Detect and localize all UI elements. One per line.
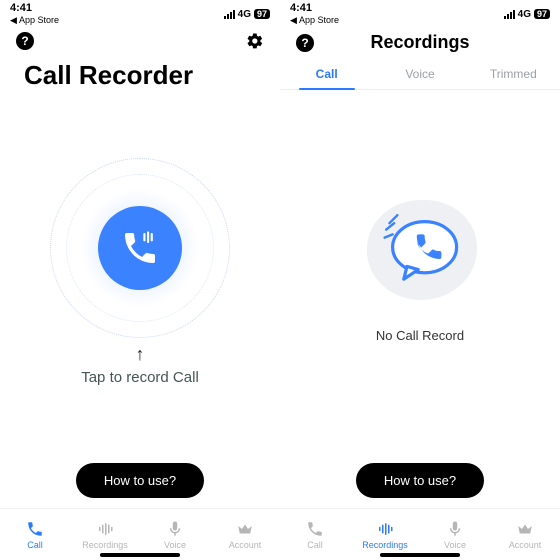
network-type: 4G (518, 9, 531, 20)
nav-label: Call (307, 540, 323, 550)
nav-call[interactable]: Call (0, 509, 70, 560)
help-icon[interactable]: ? (296, 34, 314, 52)
nav-account[interactable]: Account (210, 509, 280, 560)
empty-state-label: No Call Record (376, 328, 464, 343)
phone-icon (306, 520, 324, 538)
signal-icon (504, 10, 515, 19)
crown-icon (236, 520, 254, 538)
page-title: Recordings (314, 32, 526, 53)
arrow-up-icon: ↑ (136, 344, 145, 365)
tab-call[interactable]: Call (280, 61, 373, 89)
battery-icon: 97 (254, 9, 270, 19)
tap-to-record-label: Tap to record Call (81, 369, 199, 386)
mic-icon (446, 520, 464, 538)
network-type: 4G (238, 9, 251, 20)
empty-state-illustration (355, 190, 485, 310)
screen-recordings: 4:41 ◀ App Store 4G 97 ? Recordings Call… (280, 0, 560, 560)
record-button[interactable] (50, 158, 230, 338)
nav-label: Recordings (82, 540, 128, 550)
mic-icon (166, 520, 184, 538)
home-indicator[interactable] (380, 553, 460, 557)
screen-call-recorder: 4:41 ◀ App Store 4G 97 ? Call Recorder ↑… (0, 0, 280, 560)
crown-icon (516, 520, 534, 538)
how-to-use-button[interactable]: How to use? (76, 463, 204, 498)
battery-icon: 97 (534, 9, 550, 19)
phone-icon (26, 520, 44, 538)
status-time: 4:41 (10, 2, 59, 14)
nav-label: Recordings (362, 540, 408, 550)
waveform-icon (376, 520, 394, 538)
nav-label: Call (27, 540, 43, 550)
back-to-appstore[interactable]: ◀ App Store (290, 15, 339, 26)
settings-icon[interactable] (246, 32, 264, 50)
nav-label: Voice (164, 540, 186, 550)
nav-label: Voice (444, 540, 466, 550)
nav-label: Account (229, 540, 262, 550)
phone-record-icon (98, 206, 182, 290)
nav-call[interactable]: Call (280, 509, 350, 560)
page-title: Call Recorder (0, 54, 280, 91)
home-indicator[interactable] (100, 553, 180, 557)
nav-account[interactable]: Account (490, 509, 560, 560)
waveform-icon (96, 520, 114, 538)
status-time: 4:41 (290, 2, 339, 14)
status-bar: 4:41 ◀ App Store 4G 97 (280, 0, 560, 26)
signal-icon (224, 10, 235, 19)
back-to-appstore[interactable]: ◀ App Store (10, 15, 59, 26)
nav-label: Account (509, 540, 542, 550)
how-to-use-button[interactable]: How to use? (356, 463, 484, 498)
status-bar: 4:41 ◀ App Store 4G 97 (0, 0, 280, 26)
help-icon[interactable]: ? (16, 32, 34, 50)
